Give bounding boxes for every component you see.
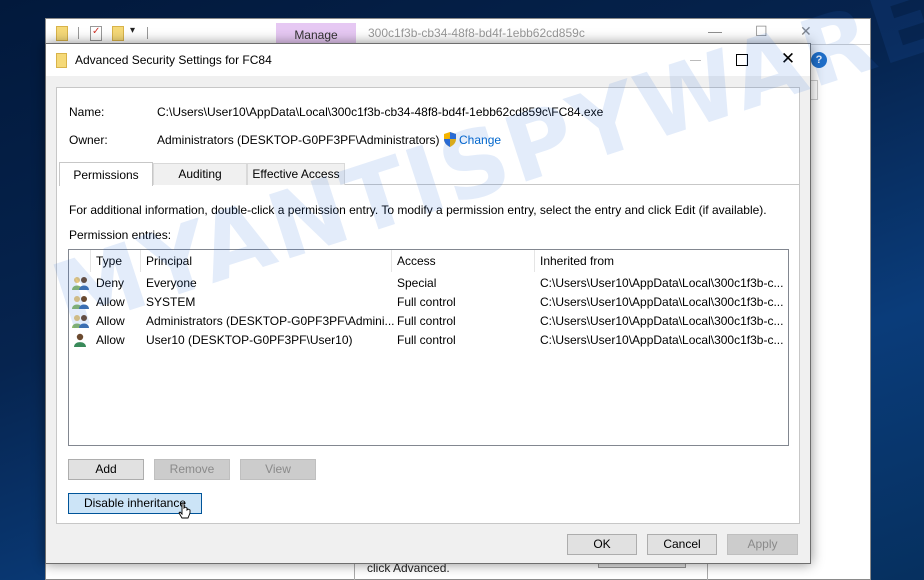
- permission-entries-list[interactable]: Type Principal Access Inherited from Den…: [68, 249, 789, 446]
- folder-icon[interactable]: [56, 26, 68, 41]
- explorer-title: 300c1f3b-cb34-48f8-bd4f-1ebb62cd859c: [368, 26, 585, 40]
- column-header-access[interactable]: Access: [397, 254, 436, 268]
- permission-entry-row[interactable]: Allow Administrators (DESKTOP-G0PF3PF\Ad…: [69, 312, 788, 331]
- entry-inherited-from: C:\Users\User10\AppData\Local\300c1f3b-c…: [540, 276, 784, 290]
- owner-label: Owner:: [69, 133, 108, 147]
- entry-principal: Everyone: [146, 276, 197, 290]
- add-button[interactable]: Add: [68, 459, 144, 480]
- entry-type: Allow: [96, 314, 125, 328]
- list-header: Type Principal Access Inherited from: [69, 250, 788, 272]
- column-header-inherited-from[interactable]: Inherited from: [540, 254, 614, 268]
- tab-bar: Permissions Auditing Effective Access: [59, 162, 799, 186]
- uac-shield-icon: [444, 132, 456, 147]
- group-users-icon: [72, 315, 89, 328]
- close-button[interactable]: ✕: [778, 49, 798, 69]
- permission-entries-label: Permission entries:: [69, 228, 172, 242]
- cancel-button[interactable]: Cancel: [647, 534, 717, 555]
- help-icon[interactable]: ?: [811, 52, 827, 68]
- tab-permissions[interactable]: Permissions: [59, 162, 153, 186]
- tab-effective-access[interactable]: Effective Access: [247, 163, 345, 185]
- group-users-icon: [72, 296, 89, 309]
- column-header-principal[interactable]: Principal: [146, 254, 192, 268]
- remove-button[interactable]: Remove: [154, 459, 230, 480]
- entry-access: Full control: [397, 333, 456, 347]
- name-label: Name:: [69, 105, 105, 119]
- entry-inherited-from: C:\Users\User10\AppData\Local\300c1f3b-c…: [540, 314, 784, 328]
- customize-quick-access-icon[interactable]: ▾: [130, 25, 135, 36]
- entry-principal: SYSTEM: [146, 295, 196, 309]
- entry-access: Special: [397, 276, 437, 290]
- entry-access: Full control: [397, 314, 456, 328]
- name-value: C:\Users\User10\AppData\Local\300c1f3b-c…: [157, 105, 604, 119]
- entry-inherited-from: C:\Users\User10\AppData\Local\300c1f3b-c…: [540, 333, 784, 347]
- column-divider[interactable]: [534, 250, 535, 272]
- explorer-titlebar: ▾ Manage 300c1f3b-cb34-48f8-bd4f-1ebb62c…: [46, 19, 870, 45]
- tab-auditing[interactable]: Auditing: [153, 163, 247, 185]
- info-text: For additional information, double-click…: [69, 203, 767, 217]
- properties-icon[interactable]: [90, 26, 102, 41]
- minimize-button: [686, 50, 706, 70]
- entry-type: Allow: [96, 295, 125, 309]
- permission-entry-row[interactable]: Allow User10 (DESKTOP-G0PF3PF\User10) Fu…: [69, 331, 788, 350]
- new-folder-icon[interactable]: [112, 26, 124, 41]
- entry-type: Allow: [96, 333, 125, 347]
- dialog-body: Name: C:\Users\User10\AppData\Local\300c…: [56, 87, 800, 524]
- manage-tab[interactable]: Manage: [276, 23, 356, 45]
- apply-button[interactable]: Apply: [727, 534, 798, 555]
- permission-entry-row[interactable]: Deny Everyone Special C:\Users\User10\Ap…: [69, 274, 788, 293]
- group-users-icon: [72, 277, 89, 290]
- entry-type: Deny: [96, 276, 125, 290]
- maximize-button[interactable]: [732, 50, 752, 70]
- entry-principal: User10 (DESKTOP-G0PF3PF\User10): [146, 333, 353, 347]
- separator: [78, 27, 79, 39]
- entry-access: Full control: [397, 295, 456, 309]
- change-owner-link[interactable]: Change: [459, 133, 501, 147]
- entry-principal: Administrators (DESKTOP-G0PF3PF\Admini..…: [146, 314, 395, 328]
- mouse-pointer-icon: [178, 502, 191, 519]
- column-divider[interactable]: [391, 250, 392, 272]
- permission-entry-row[interactable]: Allow SYSTEM Full control C:\Users\User1…: [69, 293, 788, 312]
- column-header-type[interactable]: Type: [96, 254, 122, 268]
- separator: [147, 27, 148, 39]
- maximize-icon[interactable]: ☐: [755, 23, 768, 40]
- folder-icon: [56, 53, 67, 68]
- minimize-icon[interactable]: —: [708, 23, 722, 39]
- single-user-icon: [74, 333, 86, 347]
- advanced-security-dialog: Advanced Security Settings for FC84 ✕ Na…: [45, 43, 811, 564]
- dialog-title: Advanced Security Settings for FC84: [75, 53, 272, 67]
- column-divider[interactable]: [90, 250, 91, 272]
- dialog-titlebar: Advanced Security Settings for FC84 ✕: [46, 44, 810, 76]
- view-button[interactable]: View: [240, 459, 316, 480]
- ok-button[interactable]: OK: [567, 534, 637, 555]
- entry-inherited-from: C:\Users\User10\AppData\Local\300c1f3b-c…: [540, 295, 784, 309]
- close-icon[interactable]: ✕: [800, 23, 812, 40]
- column-divider[interactable]: [140, 250, 141, 272]
- owner-value: Administrators (DESKTOP-G0PF3PF\Administ…: [157, 133, 440, 147]
